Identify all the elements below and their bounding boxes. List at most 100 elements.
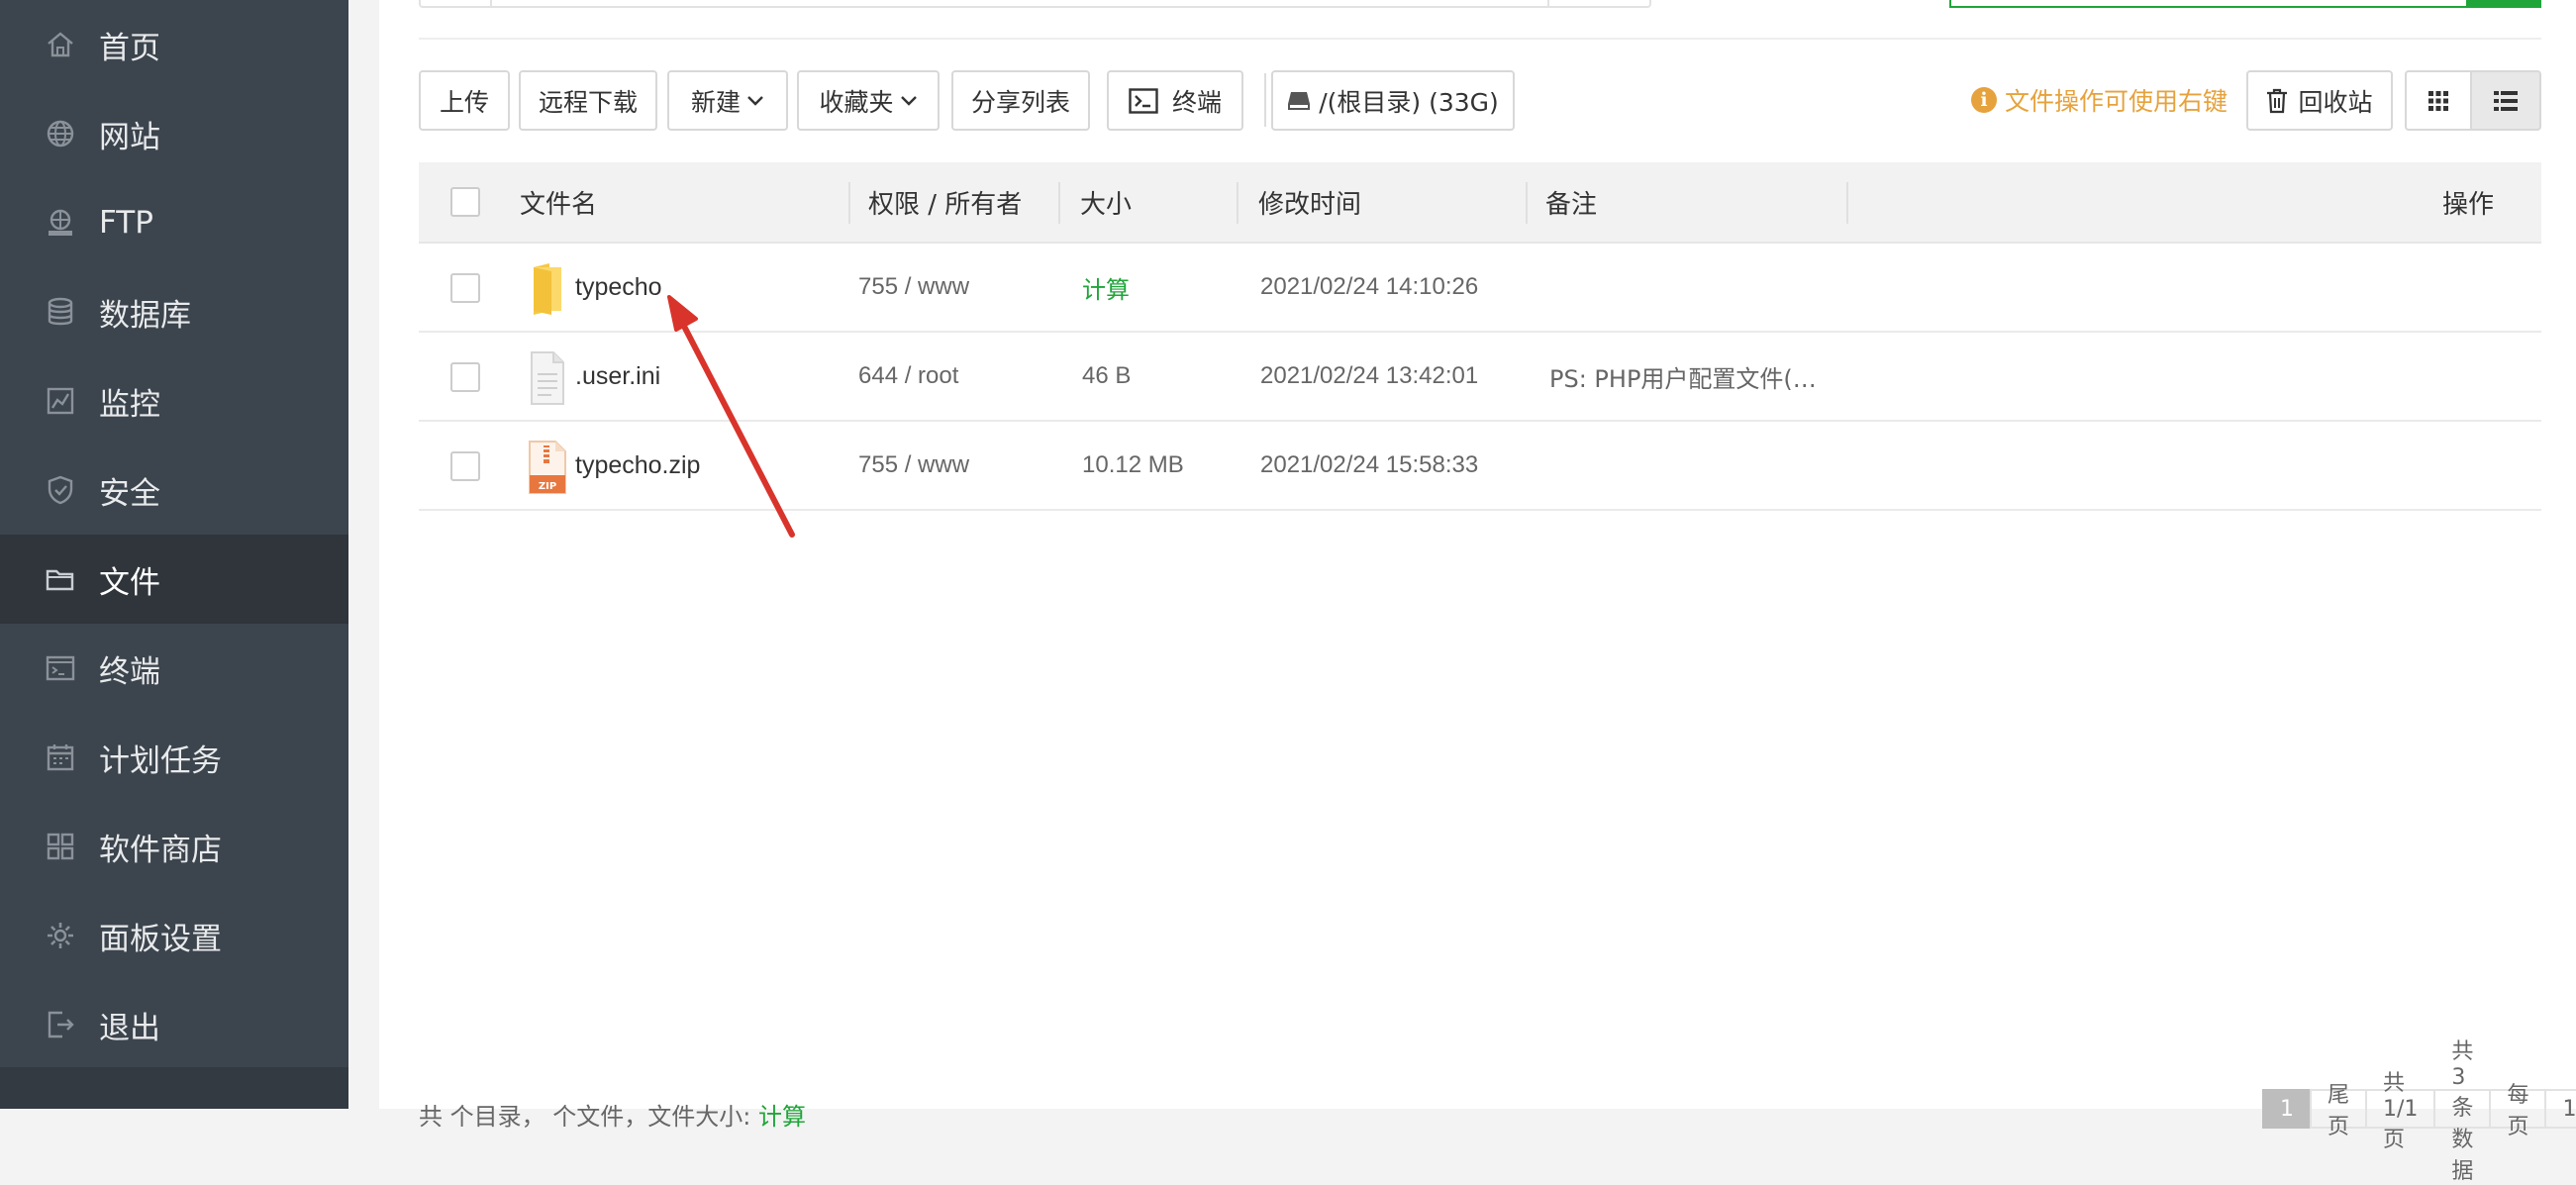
terminal-button[interactable]: 终端: [1107, 70, 1243, 131]
column-header-operations: 操作: [2442, 189, 2495, 220]
path-bar-divider: [490, 0, 492, 8]
trash-icon: [2266, 88, 2288, 114]
path-bar[interactable]: [419, 0, 1651, 8]
sidebar-item-ftp[interactable]: FTP: [0, 178, 348, 267]
share-list-button[interactable]: 分享列表: [951, 70, 1090, 131]
context-menu-hint: i 文件操作可使用右键: [1971, 82, 2228, 118]
svg-text:ZIP: ZIP: [539, 481, 556, 492]
file-manager-panel: 上传 远程下载 新建 收藏夹 分享列表 终端 /(根目录) (33G) i 文件…: [379, 0, 2576, 1184]
shield-icon: [44, 473, 77, 507]
sidebar-item-label: 软件商店: [99, 832, 222, 868]
sidebar-item-label: FTP: [99, 205, 153, 241]
table-row[interactable]: typecho 755 / www 计算 2021/02/24 14:10:26: [419, 244, 2541, 333]
disk-button[interactable]: /(根目录) (33G): [1271, 70, 1515, 131]
file-permission[interactable]: 644 / root: [858, 333, 958, 420]
sidebar-item-monitor[interactable]: 监控: [0, 356, 348, 445]
pagination: 1 尾页 共1/1页 共3条数据 每页 100 条: [2262, 1039, 2576, 1184]
disk-label: /(根目录) (33G): [1319, 87, 1499, 117]
sidebar-item-label: 面板设置: [99, 921, 222, 957]
column-divider: [848, 182, 850, 224]
sidebar-item-logout[interactable]: 退出: [0, 980, 348, 1069]
chevron-down-icon: [747, 95, 763, 106]
column-header-name[interactable]: 文件名: [520, 162, 597, 242]
list-icon: [2494, 90, 2518, 111]
divider: [419, 38, 2541, 40]
file-table-header: 文件名 权限 / 所有者 大小 修改时间 备注 操作: [419, 162, 2541, 244]
record-count: 共3条数据: [2433, 1039, 2490, 1184]
sidebar-item-cron[interactable]: 计划任务: [0, 713, 348, 802]
sidebar-item-appstore[interactable]: 软件商店: [0, 802, 348, 891]
recycle-bin-button[interactable]: 回收站: [2246, 70, 2393, 131]
sidebar-item-label: 数据库: [99, 297, 191, 334]
gear-icon: [44, 919, 77, 952]
sidebar-item-database[interactable]: 数据库: [0, 267, 348, 356]
sidebar-item-label: 计划任务: [99, 742, 222, 779]
path-bar-divider: [1547, 0, 1549, 8]
column-header-mtime[interactable]: 修改时间: [1258, 162, 1361, 242]
zip-file-icon: ZIP: [529, 441, 566, 494]
file-permission[interactable]: 755 / www: [858, 422, 969, 509]
footer-calc-link[interactable]: 计算: [758, 1103, 806, 1131]
disk-icon: [1287, 90, 1311, 112]
grid-view-button[interactable]: [2405, 70, 2472, 131]
column-divider: [1526, 182, 1528, 224]
file-permission[interactable]: 755 / www: [858, 244, 969, 331]
search-button[interactable]: [2466, 0, 2541, 8]
upload-label: 上传: [439, 87, 489, 117]
apps-icon: [44, 830, 77, 863]
upload-button[interactable]: 上传: [419, 70, 510, 131]
row-checkbox[interactable]: [450, 451, 480, 481]
row-checkbox[interactable]: [450, 362, 480, 392]
favorites-label: 收藏夹: [819, 87, 894, 117]
favorites-dropdown-button[interactable]: 收藏夹: [797, 70, 940, 131]
file-remark[interactable]: PS: PHP用户配置文件(…: [1549, 333, 1817, 420]
list-view-button[interactable]: [2470, 70, 2541, 131]
footer-summary-text: 共 个目录， 个文件，文件大小:: [419, 1103, 751, 1131]
monitor-icon: [44, 384, 77, 418]
sidebar-item-label: 网站: [99, 119, 160, 155]
sidebar-item-files[interactable]: 文件: [0, 535, 348, 624]
column-divider: [1846, 182, 1848, 224]
chevron-down-icon: [900, 95, 917, 106]
footer-summary: 共 个目录， 个文件，文件大小: 计算: [419, 1097, 806, 1132]
text-file-icon: [531, 351, 564, 405]
remote-download-button[interactable]: 远程下载: [519, 70, 657, 131]
file-name-link[interactable]: typecho.zip: [575, 422, 700, 509]
terminal-label: 终端: [1171, 87, 1222, 117]
search-input[interactable]: [1949, 0, 2541, 8]
sidebar-item-security[interactable]: 安全: [0, 445, 348, 535]
page-count: 共1/1页: [2365, 1071, 2434, 1152]
file-name-link[interactable]: .user.ini: [575, 333, 660, 420]
toolbar-divider: [1264, 73, 1266, 127]
sidebar-item-label: 文件: [99, 564, 160, 601]
sidebar-item-home[interactable]: 首页: [0, 0, 348, 89]
column-header-size[interactable]: 大小: [1080, 162, 1132, 242]
select-all-checkbox[interactable]: [450, 187, 480, 217]
sidebar-item-settings[interactable]: 面板设置: [0, 891, 348, 980]
globe-icon: [44, 117, 77, 150]
sidebar: 首页 网站 FTP 数据库 监控 安全 文件 终端 计划任务 软件商店 面板设置…: [0, 0, 348, 1109]
per-page-label: 每页: [2489, 1083, 2545, 1139]
grid-icon: [2428, 90, 2448, 111]
table-row[interactable]: .user.ini 644 / root 46 B 2021/02/24 13:…: [419, 333, 2541, 422]
calculate-size-link[interactable]: 计算: [1082, 244, 1130, 331]
home-icon: [44, 28, 77, 61]
page-number[interactable]: 1: [2262, 1089, 2310, 1129]
terminal-icon: [1129, 87, 1158, 114]
sidebar-item-label: 终端: [99, 653, 160, 690]
new-label: 新建: [690, 87, 741, 117]
table-row[interactable]: ZIP typecho.zip 755 / www 10.12 MB 2021/…: [419, 422, 2541, 511]
file-name-link[interactable]: typecho: [575, 244, 662, 331]
file-mtime: 2021/02/24 15:58:33: [1260, 451, 1479, 478]
calendar-icon: [44, 741, 77, 774]
logout-icon: [44, 1008, 77, 1041]
last-page-button[interactable]: 尾页: [2310, 1083, 2366, 1139]
folder-icon: [534, 263, 561, 315]
column-header-permission[interactable]: 权限 / 所有者: [868, 162, 1022, 242]
row-checkbox[interactable]: [450, 273, 480, 303]
new-dropdown-button[interactable]: 新建: [667, 70, 788, 131]
sidebar-item-website[interactable]: 网站: [0, 89, 348, 178]
info-icon: i: [1971, 87, 1997, 113]
per-page-select[interactable]: 100: [2544, 1089, 2576, 1129]
sidebar-item-terminal[interactable]: 终端: [0, 624, 348, 713]
